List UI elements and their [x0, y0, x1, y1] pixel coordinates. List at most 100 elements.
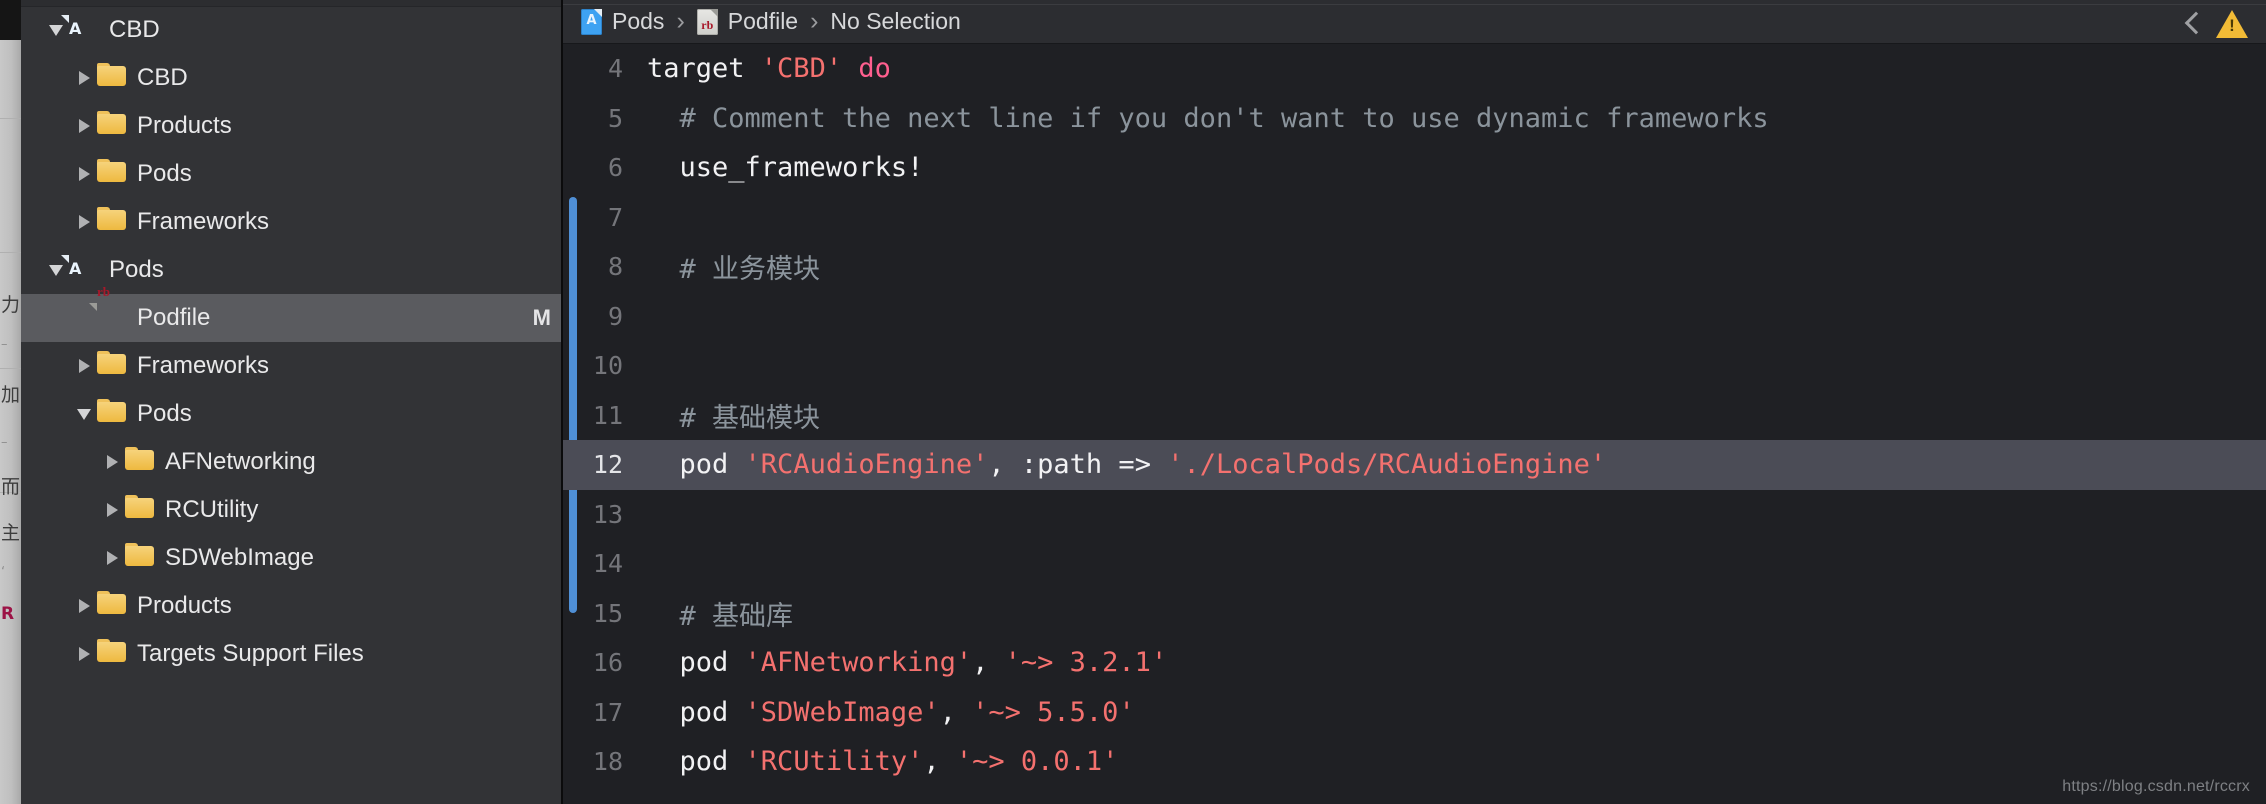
- disclosure-triangle-icon[interactable]: [43, 24, 69, 36]
- code-line-17[interactable]: 17 pod 'SDWebImage', '~> 5.5.0': [563, 688, 2266, 738]
- file-tree[interactable]: CBD CBD Products Pods Frameworks Pods Podfile M…: [21, 6, 561, 804]
- code-line-8[interactable]: 8 # 业务模块: [563, 242, 2266, 292]
- code-token: pod: [647, 696, 745, 728]
- tree-item-pods[interactable]: Pods: [21, 390, 561, 438]
- peek-glyph: –: [1, 337, 8, 352]
- tree-item-afnetworking[interactable]: AFNetworking: [21, 438, 561, 486]
- xcodeproj-icon: [69, 255, 97, 285]
- code-token: '~> 5.5.0': [972, 696, 1135, 728]
- folder-icon: [97, 207, 125, 237]
- breadcrumb-separator: ›: [810, 7, 819, 35]
- code-line-12[interactable]: 12 pod 'RCAudioEngine', :path => './Loca…: [563, 440, 2266, 490]
- code-line-9[interactable]: 9: [563, 292, 2266, 342]
- tree-item-cbd[interactable]: CBD: [21, 6, 561, 54]
- folder-icon: [97, 591, 125, 621]
- code-line-text: target 'CBD' do: [647, 53, 2266, 84]
- disclosure-triangle-icon[interactable]: [71, 215, 97, 229]
- disclosure-triangle-icon[interactable]: [71, 359, 97, 373]
- background-window-peek-strip: 力 – 加 – 而 主 ‘ R: [0, 0, 21, 804]
- code-token: , :path =>: [988, 449, 1168, 481]
- disclosure-triangle-icon[interactable]: [43, 264, 69, 276]
- peek-glyph: 加: [1, 384, 21, 406]
- code-line-5[interactable]: 5 # Comment the next line if you don't w…: [563, 94, 2266, 144]
- tree-item-rcutility[interactable]: RCUtility: [21, 486, 561, 534]
- tree-item-podfile[interactable]: Podfile M: [21, 294, 561, 342]
- tree-item-products[interactable]: Products: [21, 102, 561, 150]
- code-line-13[interactable]: 13: [563, 490, 2266, 540]
- peek-glyph: 力: [1, 294, 21, 316]
- code-line-15[interactable]: 15 # 基础库: [563, 589, 2266, 639]
- line-number: 15: [592, 598, 623, 628]
- code-line-16[interactable]: 16 pod 'AFNetworking', '~> 3.2.1': [563, 638, 2266, 688]
- peek-divider: [0, 118, 21, 119]
- peek-glyph: 主: [1, 522, 21, 544]
- disclosure-triangle-icon[interactable]: [99, 551, 125, 565]
- tree-item-frameworks[interactable]: Frameworks: [21, 342, 561, 390]
- code-line-10[interactable]: 10: [563, 341, 2266, 391]
- tree-item-label: Products: [137, 592, 232, 619]
- code-line-14[interactable]: 14: [563, 539, 2266, 589]
- disclosure-triangle-icon[interactable]: [71, 119, 97, 133]
- breadcrumb-item-podfile[interactable]: Podfile: [696, 8, 798, 35]
- line-number: 7: [607, 202, 623, 232]
- breadcrumb-item-no-selection[interactable]: No Selection: [830, 8, 960, 35]
- folder-icon: [97, 63, 125, 93]
- code-lines[interactable]: 4 target 'CBD' do 5 # Comment the next lin…: [563, 44, 2266, 787]
- code-line-text: # 业务模块: [647, 247, 2266, 286]
- tree-item-label: Targets Support Files: [137, 640, 364, 667]
- code-token: 'AFNetworking': [744, 647, 973, 679]
- tree-item-products[interactable]: Products: [21, 582, 561, 630]
- project-navigator[interactable]: CBD CBD Products Pods Frameworks Pods Podfile M…: [21, 0, 563, 804]
- disclosure-triangle-icon[interactable]: [99, 455, 125, 469]
- disclosure-triangle-icon[interactable]: [71, 647, 97, 661]
- disclosure-triangle-icon[interactable]: [71, 408, 97, 420]
- code-line-text: use_frameworks!: [647, 152, 2266, 183]
- code-line-11[interactable]: 11 # 基础模块: [563, 391, 2266, 441]
- jump-bar-actions[interactable]: [2184, 4, 2248, 43]
- jump-bar[interactable]: Pods › Podfile › No Selection: [563, 0, 2266, 44]
- disclosure-triangle-icon[interactable]: [71, 71, 97, 85]
- code-token: ,: [939, 696, 973, 728]
- code-line-7[interactable]: 7: [563, 193, 2266, 243]
- code-line-4[interactable]: 4 target 'CBD' do: [563, 44, 2266, 94]
- code-token: './LocalPods/RCAudioEngine': [1167, 449, 1607, 481]
- tree-item-label: Frameworks: [137, 208, 270, 235]
- line-number: 16: [592, 648, 623, 678]
- tree-item-label: Pods: [137, 400, 192, 427]
- code-token: pod: [647, 746, 745, 778]
- disclosure-triangle-icon[interactable]: [99, 503, 125, 517]
- line-number: 11: [592, 400, 623, 430]
- code-area[interactable]: 4 target 'CBD' do 5 # Comment the next lin…: [563, 44, 2266, 804]
- code-line-text: pod 'RCUtility', '~> 0.0.1': [647, 746, 2266, 777]
- breadcrumb-item-pods[interactable]: Pods: [581, 8, 664, 35]
- ruby-file-icon: [696, 8, 718, 35]
- peek-glyph: ‘: [1, 565, 6, 580]
- tree-item-sdwebimage[interactable]: SDWebImage: [21, 534, 561, 582]
- breadcrumb[interactable]: Pods › Podfile › No Selection: [581, 7, 961, 36]
- line-number: 18: [592, 747, 623, 777]
- code-line-text: # Comment the next line if you don't wan…: [647, 103, 2266, 134]
- tree-item-pods[interactable]: Pods: [21, 150, 561, 198]
- code-token: # 基础模块: [647, 402, 821, 434]
- ruby-file-icon: [97, 303, 125, 333]
- chevron-left-icon[interactable]: [2184, 11, 2200, 37]
- warning-triangle-icon[interactable]: [2216, 9, 2248, 38]
- code-line-6[interactable]: 6 use_frameworks!: [563, 143, 2266, 193]
- line-number: 8: [607, 252, 623, 282]
- line-number: 13: [592, 499, 623, 529]
- xcodeproj-icon: [581, 8, 602, 35]
- disclosure-triangle-icon[interactable]: [71, 167, 97, 181]
- tree-item-label: Podfile: [137, 304, 211, 331]
- breadcrumb-label: No Selection: [830, 8, 961, 34]
- code-line-text: pod 'AFNetworking', '~> 3.2.1': [647, 647, 2266, 678]
- code-token: 'RCUtility': [744, 746, 924, 778]
- source-editor[interactable]: Pods › Podfile › No Selection 4 target 'CBD' …: [563, 0, 2266, 804]
- code-line-18[interactable]: 18 pod 'RCUtility', '~> 0.0.1': [563, 737, 2266, 787]
- disclosure-triangle-icon[interactable]: [71, 599, 97, 613]
- code-line-text: # 基础库: [647, 594, 2266, 633]
- tree-item-targets-support-files[interactable]: Targets Support Files: [21, 630, 561, 678]
- tree-item-cbd[interactable]: CBD: [21, 54, 561, 102]
- tree-item-frameworks[interactable]: Frameworks: [21, 198, 561, 246]
- code-token: pod: [647, 449, 745, 481]
- line-number: 14: [592, 549, 623, 579]
